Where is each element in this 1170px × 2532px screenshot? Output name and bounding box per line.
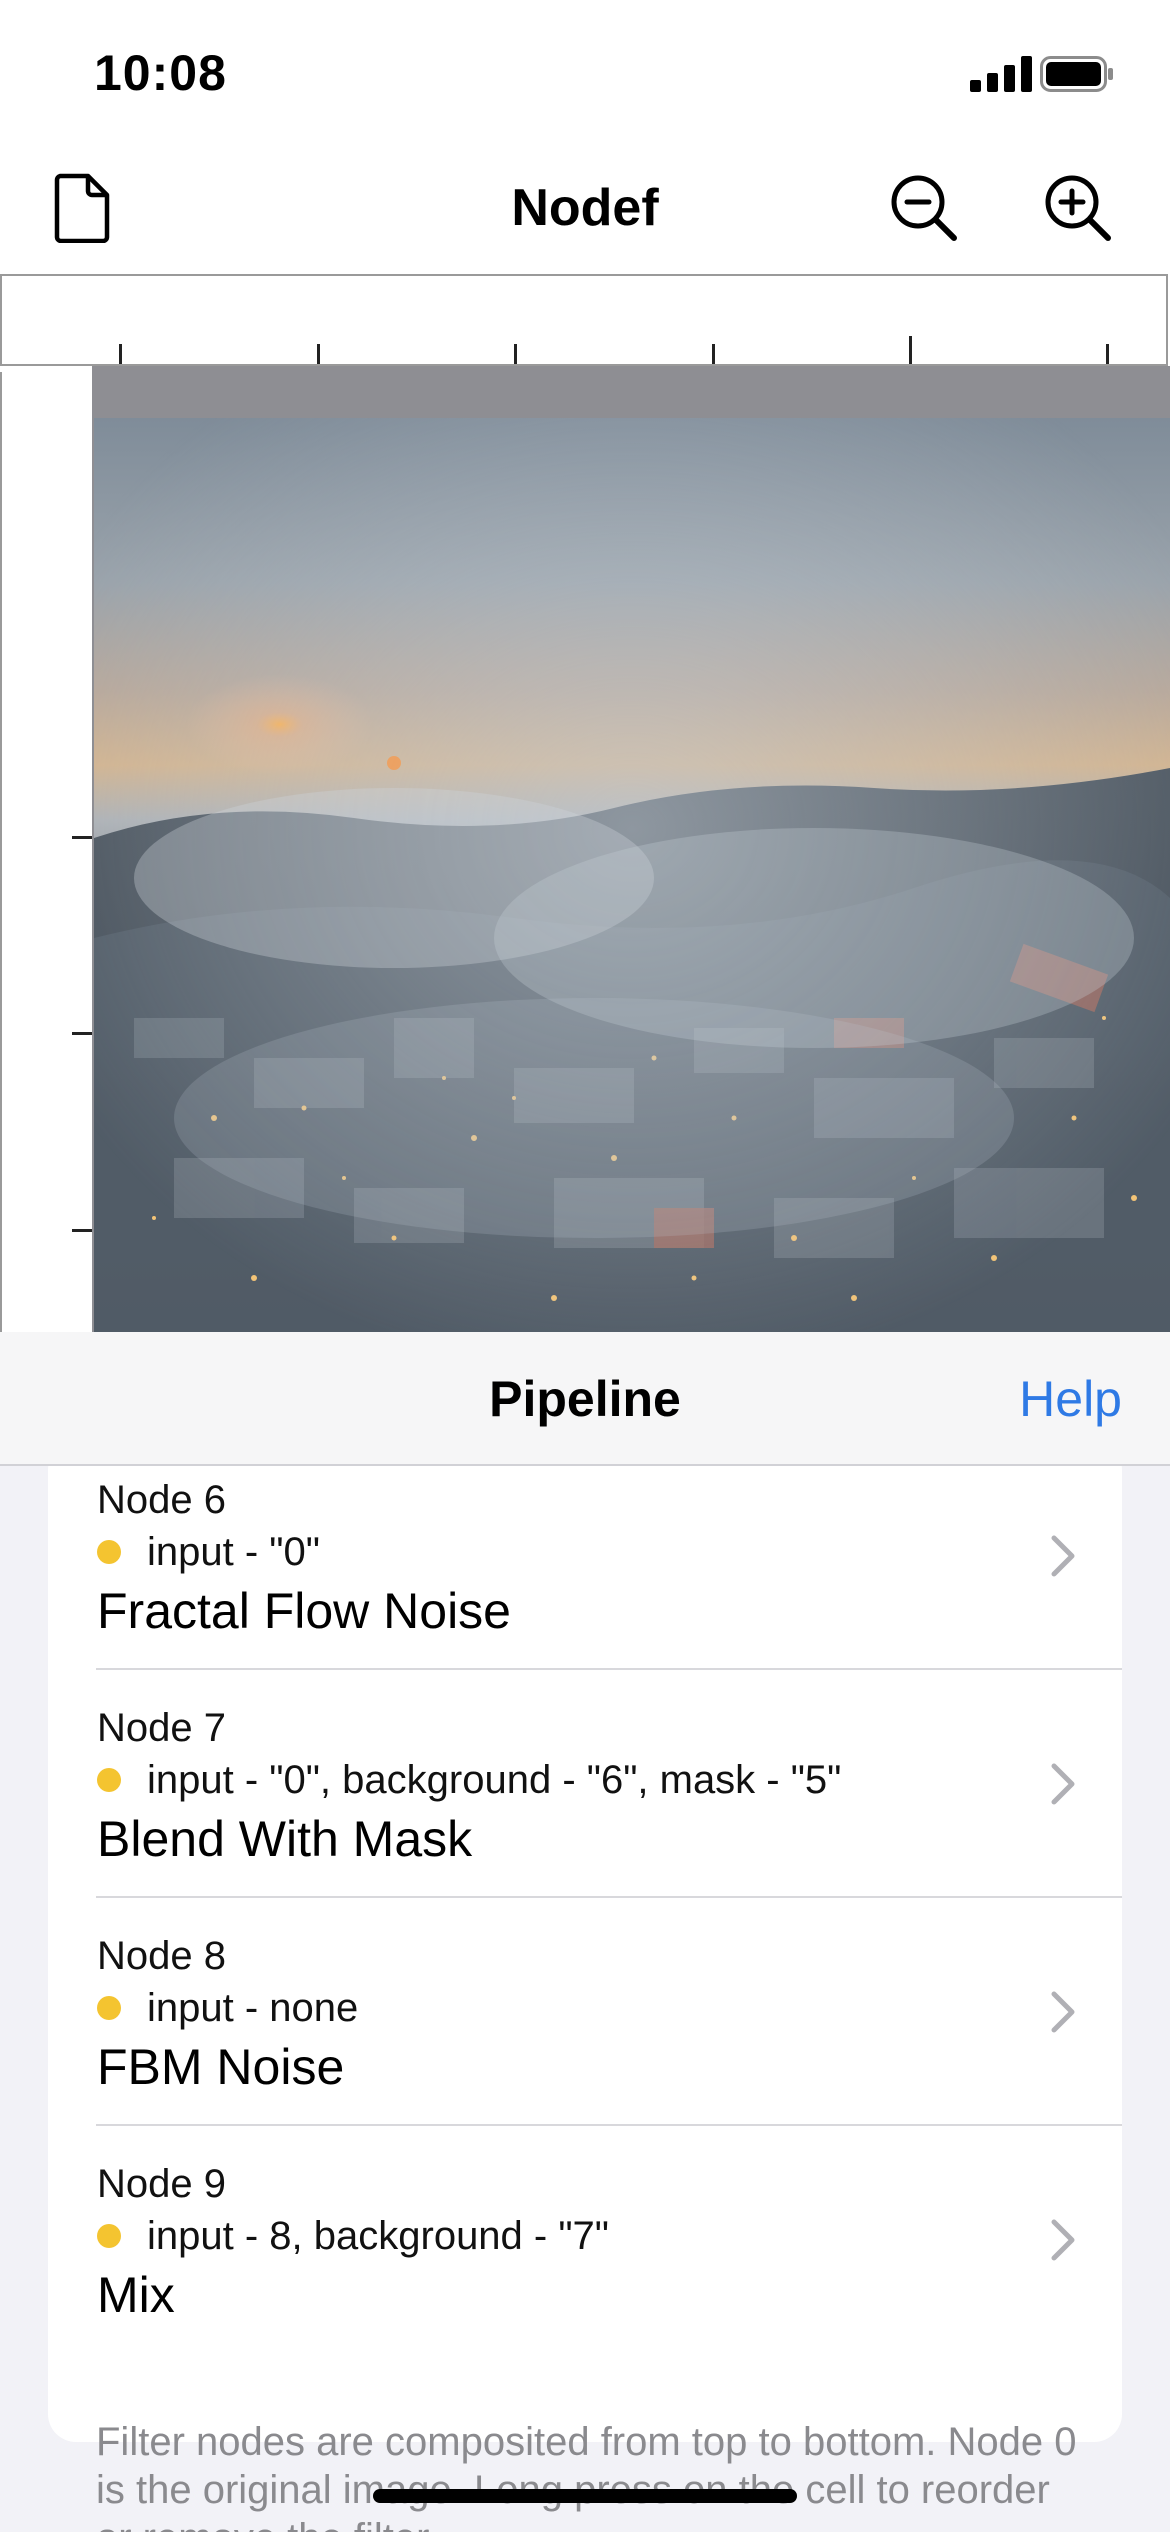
node-number: Node 9: [97, 2162, 226, 2206]
filter-name: Blend With Mask: [97, 1811, 473, 1867]
status-time: 10:08: [94, 45, 227, 101]
zoom-in-button[interactable]: [1038, 168, 1118, 248]
help-button[interactable]: Help: [1019, 1370, 1122, 1428]
zoom-out-button[interactable]: [884, 168, 964, 248]
pipeline-footer-note: Filter nodes are composited from top to …: [96, 2420, 1077, 2532]
chevron-right-icon: [1051, 1991, 1075, 2033]
status-dot-icon: [97, 1540, 121, 1564]
filter-name: Mix: [97, 2267, 175, 2323]
vertical-ruler: [0, 372, 92, 1332]
status-dot-icon: [97, 1768, 121, 1792]
home-indicator[interactable]: [373, 2489, 797, 2503]
pipeline-list-container[interactable]: Node 6 input - "0" Fractal Flow Noise No…: [0, 1466, 1170, 2532]
filter-name: Fractal Flow Noise: [97, 1583, 511, 1639]
status-dot-icon: [97, 2224, 121, 2248]
node-number: Node 7: [97, 1706, 226, 1750]
node-number: Node 6: [97, 1478, 226, 1522]
chevron-right-icon: [1051, 1535, 1075, 1577]
node-number: Node 8: [97, 1934, 226, 1978]
node-row[interactable]: Node 7 input - "0", background - "6", ma…: [48, 1670, 1122, 1898]
chevron-right-icon: [1051, 2219, 1075, 2261]
status-bar: 10:08: [0, 0, 1170, 140]
zoom-in-icon: [1045, 175, 1111, 241]
node-row[interactable]: Node 6 input - "0" Fractal Flow Noise: [48, 1466, 1122, 1670]
node-inputs-text: input - "0", background - "6", mask - "5…: [147, 1758, 842, 1802]
cellular-signal-icon: [970, 56, 1032, 92]
pipeline-title: Pipeline: [489, 1371, 681, 1427]
node-inputs: input - "0", background - "6", mask - "5…: [97, 1758, 841, 1803]
app-title: Nodef: [511, 179, 659, 237]
chevron-right-icon: [1051, 1763, 1075, 1805]
node-row[interactable]: Node 8 input - none FBM Noise: [48, 1898, 1122, 2126]
node-inputs: input - none: [97, 1986, 358, 2031]
node-inputs: input - "0": [97, 1530, 320, 1575]
battery-icon: [1040, 56, 1113, 92]
filtered-image-preview[interactable]: [94, 418, 1170, 1332]
canvas-area[interactable]: [0, 274, 1170, 1332]
pipeline-sheet-header: Pipeline Help: [0, 1332, 1170, 1466]
navigation-bar: Nodef: [0, 140, 1170, 274]
node-inputs-text: input - "0": [147, 1530, 320, 1574]
zoom-out-icon: [891, 175, 957, 241]
status-dot-icon: [97, 1996, 121, 2020]
node-list: Node 6 input - "0" Fractal Flow Noise No…: [48, 1466, 1122, 2442]
node-row[interactable]: Node 9 input - 8, background - "7" Mix: [48, 2126, 1122, 2354]
filter-name: FBM Noise: [97, 2039, 345, 2095]
node-inputs-text: input - 8, background - "7": [147, 2214, 609, 2258]
node-inputs: input - 8, background - "7": [97, 2214, 609, 2259]
horizontal-ruler: [0, 274, 1168, 366]
node-inputs-text: input - none: [147, 1986, 359, 2030]
